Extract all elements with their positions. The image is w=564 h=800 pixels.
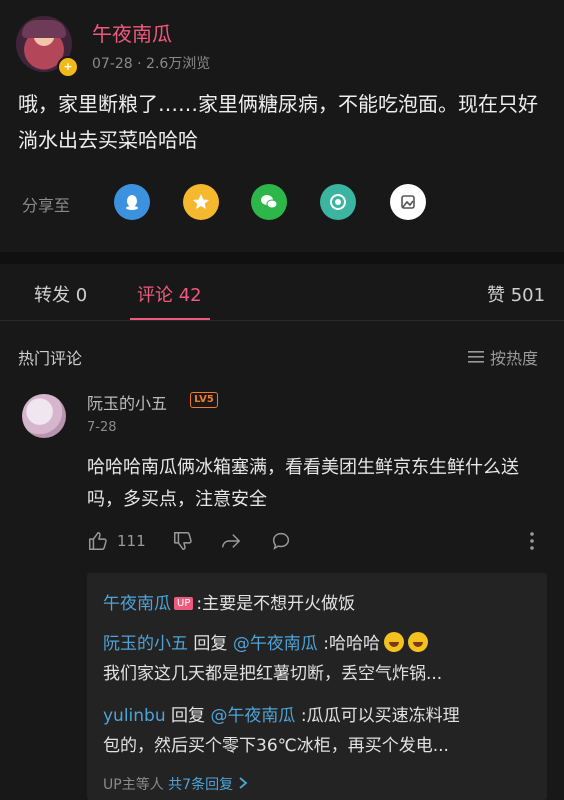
reply-3-user[interactable]: yulinbu bbox=[103, 706, 166, 726]
share-qq-button[interactable] bbox=[114, 184, 150, 220]
qq-icon bbox=[126, 195, 138, 210]
reply-2[interactable]: 阮玉的小五 回复 @午夜南瓜 :哈哈哈 我们家这几天都是把红薯切断，丢空气炸锅.… bbox=[103, 629, 533, 689]
tab-like[interactable]: 赞 501 bbox=[487, 281, 545, 307]
reply-2-verb: 回复 bbox=[193, 634, 228, 654]
vip-badge-icon: + bbox=[57, 56, 79, 78]
like-button[interactable]: 111 bbox=[87, 530, 146, 552]
share-more-button[interactable] bbox=[390, 184, 426, 220]
author-name[interactable]: 午夜南瓜 bbox=[92, 18, 172, 47]
chevron-right-icon bbox=[238, 777, 247, 789]
reply-3-mention[interactable]: @午夜南瓜 bbox=[210, 706, 295, 726]
commenter-avatar[interactable] bbox=[22, 394, 66, 438]
tab-comment[interactable]: 评论 42 bbox=[137, 281, 202, 307]
view-all-replies-link[interactable]: UP主等人 共7条回复 bbox=[103, 774, 248, 794]
reply-2-text-continued: 我们家这几天都是把红薯切断，丢空气炸锅... bbox=[103, 664, 443, 684]
more-vertical-icon bbox=[530, 532, 534, 550]
share-moments-button[interactable] bbox=[320, 184, 356, 220]
sort-label: 按热度 bbox=[490, 349, 539, 368]
reply-3-text: :瓜瓜可以买速冻料理 bbox=[300, 706, 460, 726]
moments-icon bbox=[330, 194, 346, 210]
comment-date: 7-28 bbox=[87, 420, 117, 435]
reply-button[interactable] bbox=[270, 530, 292, 552]
reply-count[interactable]: 共7条回复 bbox=[168, 777, 233, 793]
share-wechat-button[interactable] bbox=[251, 184, 287, 220]
hot-comments-title: 热门评论 bbox=[18, 349, 83, 368]
tab-divider bbox=[0, 320, 564, 321]
share-label: 分享至 bbox=[22, 196, 71, 215]
more-options-button[interactable] bbox=[528, 530, 536, 552]
reply-2-user[interactable]: 阮玉的小五 bbox=[103, 634, 188, 654]
share-image-icon bbox=[401, 195, 415, 209]
up-badge: UP bbox=[174, 597, 194, 610]
post-meta: 07-28 · 2.6万浏览 bbox=[92, 56, 211, 72]
reply-3-text-continued: 包的，然后买个零下36℃冰柜，再买个发电... bbox=[103, 736, 449, 756]
wechat-icon bbox=[261, 195, 278, 209]
reply-3[interactable]: yulinbu 回复 @午夜南瓜 :瓜瓜可以买速冻料理 包的，然后买个零下36℃… bbox=[103, 701, 533, 761]
thumbs-up-icon bbox=[89, 532, 107, 550]
dislike-button[interactable] bbox=[172, 530, 194, 552]
commenter-name[interactable]: 阮玉的小五 bbox=[87, 390, 167, 414]
reply-footer-prefix: UP主等人 bbox=[103, 777, 164, 793]
share-qzone-button[interactable] bbox=[183, 184, 219, 220]
post-text: 哦，家里断粮了……家里俩糖尿病，不能吃泡面。现在只好淌水出去买菜哈哈哈 bbox=[18, 92, 538, 152]
reply-3-verb: 回复 bbox=[171, 706, 206, 726]
share-comment-button[interactable] bbox=[220, 530, 242, 552]
like-count: 111 bbox=[117, 532, 146, 550]
qzone-star-icon bbox=[193, 194, 209, 209]
reply-2-mention[interactable]: @午夜南瓜 bbox=[233, 634, 318, 654]
reply-1-text: :主要是不想开火做饭 bbox=[196, 594, 356, 614]
comment-text[interactable]: 哈哈哈南瓜俩冰箱塞满，看看美团生鲜京东生鲜什么送吗，多买点，注意安全 bbox=[87, 452, 547, 516]
level-badge: LV5 bbox=[190, 392, 218, 408]
section-divider bbox=[0, 252, 564, 264]
reply-1[interactable]: 午夜南瓜 UP:主要是不想开火做饭 bbox=[103, 589, 533, 619]
reply-1-user[interactable]: 午夜南瓜 bbox=[103, 594, 171, 614]
comment-bubble-icon bbox=[272, 532, 290, 550]
tab-forward[interactable]: 转发 0 bbox=[34, 281, 87, 307]
replies-box: 午夜南瓜 UP:主要是不想开火做饭 阮玉的小五 回复 @午夜南瓜 :哈哈哈 我们家… bbox=[87, 573, 547, 800]
laughing-emoji-icon bbox=[383, 632, 404, 652]
sort-button[interactable]: 按热度 bbox=[468, 345, 538, 369]
reply-2-text: :哈哈哈 bbox=[323, 634, 380, 654]
thumbs-down-icon bbox=[174, 532, 192, 550]
share-arrow-icon bbox=[222, 534, 240, 548]
laughing-emoji-icon bbox=[407, 632, 428, 652]
menu-icon bbox=[468, 351, 484, 363]
